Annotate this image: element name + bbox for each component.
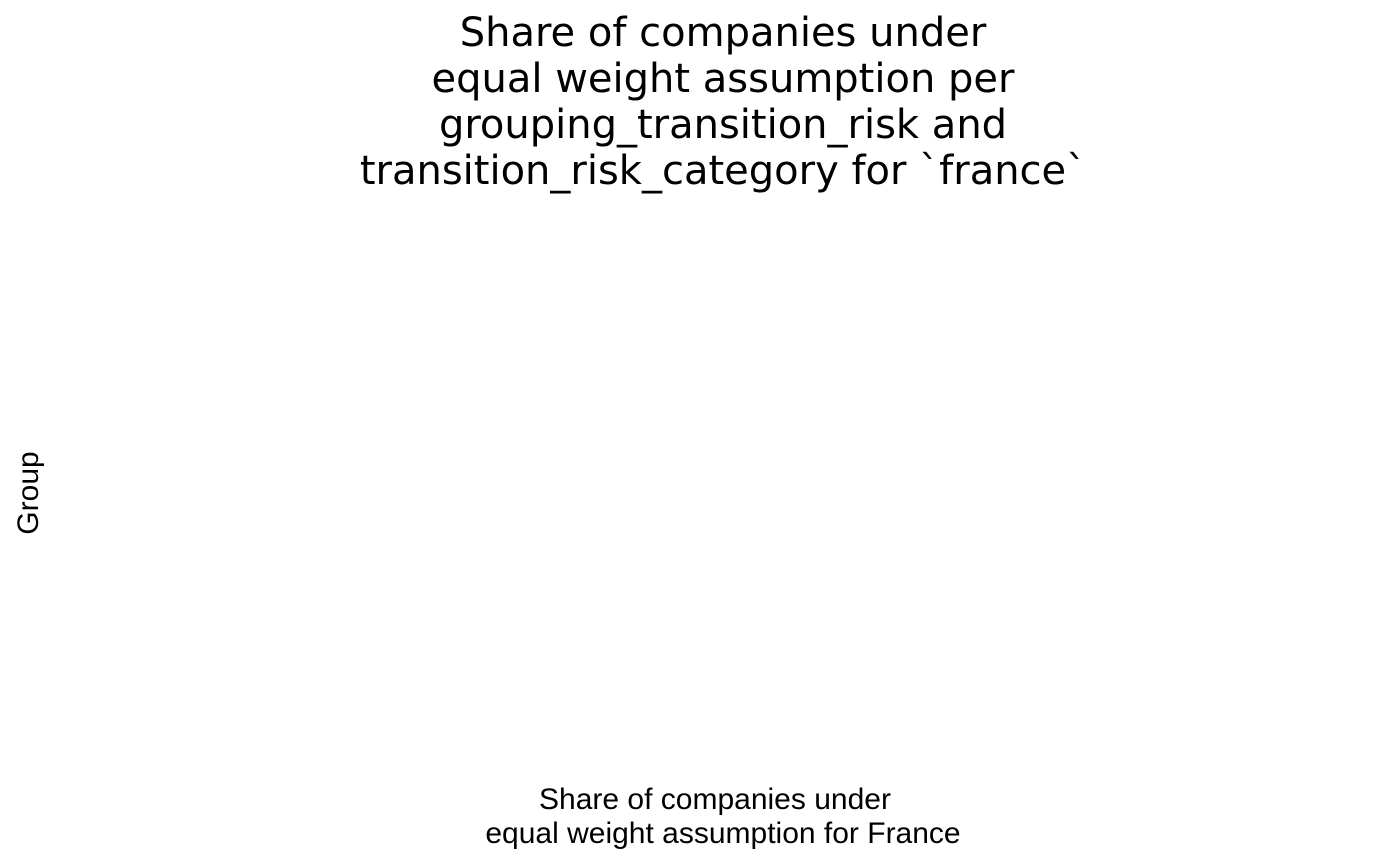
x-axis-title-line-2: equal weight assumption for France — [485, 817, 960, 850]
chart-title: Share of companies under equal weight as… — [360, 10, 1086, 194]
y-axis-title: Group — [12, 451, 45, 534]
chart-title-line-2: equal weight assumption per — [432, 56, 1016, 102]
x-axis-title: Share of companies under equal weight as… — [485, 783, 960, 850]
chart-title-line-4: transition_risk_category for `france` — [360, 148, 1086, 194]
chart-title-line-3: grouping_transition_risk and — [439, 102, 1007, 148]
x-axis-title-line-1: Share of companies under — [539, 783, 891, 816]
chart-title-line-1: Share of companies under — [460, 10, 987, 56]
chart-canvas: Share of companies under equal weight as… — [0, 0, 1400, 865]
